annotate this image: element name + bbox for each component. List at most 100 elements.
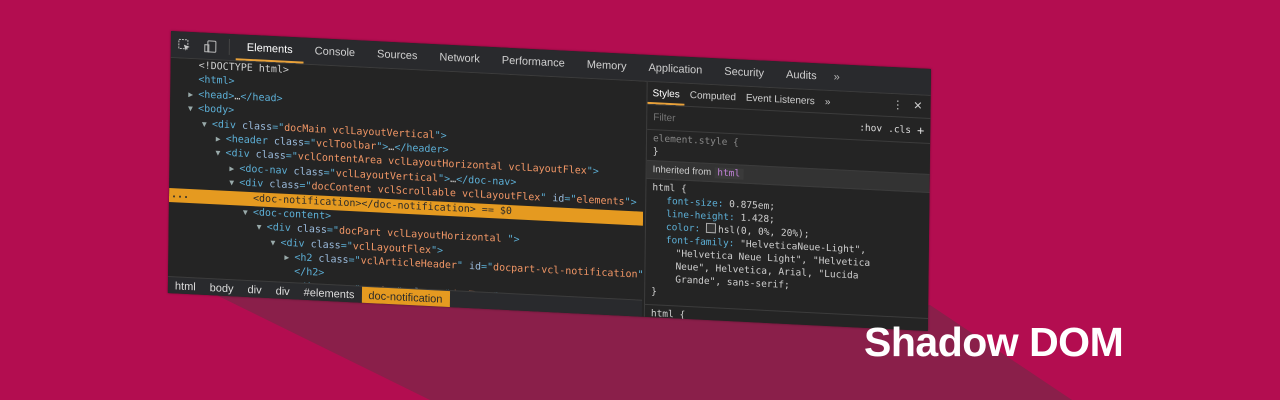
inspect-element-icon[interactable] xyxy=(171,31,197,58)
more-style-tabs-icon[interactable]: » xyxy=(820,90,836,113)
property-value: 1.428; xyxy=(740,212,775,226)
code-token: " xyxy=(540,192,553,205)
tab-memory[interactable]: Memory xyxy=(576,51,638,80)
code-token: == $0 xyxy=(475,203,513,217)
hov-toggle[interactable]: :hov xyxy=(859,121,882,135)
add-rule-icon[interactable]: + xyxy=(917,123,924,137)
code-token: =" xyxy=(285,151,298,163)
kebab-menu-icon[interactable]: ⋮ xyxy=(892,99,903,113)
collapsed-arrow-icon[interactable]: ▶ xyxy=(284,251,294,266)
code-token: class xyxy=(296,223,327,237)
code-token: " xyxy=(456,260,470,273)
code-token: class xyxy=(310,238,341,252)
tab-elements[interactable]: Elements xyxy=(236,34,304,63)
code-token: <doc-content> xyxy=(252,207,332,223)
code-token: class xyxy=(273,136,305,149)
code-token: =" xyxy=(323,167,336,180)
tab-computed[interactable]: Computed xyxy=(685,84,741,109)
tab-styles[interactable]: Styles xyxy=(647,82,684,106)
expanded-arrow-icon[interactable]: ▼ xyxy=(243,206,253,221)
code-token: "> xyxy=(431,244,444,257)
code-token: "> xyxy=(434,129,447,142)
code-token: id xyxy=(468,261,482,273)
code-token: =" xyxy=(480,261,494,274)
devtools-window: Elements Console Sources Network Perform… xyxy=(167,31,931,331)
code-token: vclLayoutFlex xyxy=(352,240,432,256)
code-token: =" xyxy=(340,240,353,252)
inherited-label: Inherited from xyxy=(652,164,712,179)
code-token: <div xyxy=(266,222,297,235)
code-token: <div xyxy=(239,177,270,191)
code-token: <header xyxy=(225,133,274,148)
expanded-arrow-icon[interactable]: ▼ xyxy=(229,176,239,191)
code-token: =" xyxy=(303,137,317,150)
code-token: <doc-nav xyxy=(239,163,294,177)
tab-console[interactable]: Console xyxy=(304,38,367,67)
tab-sources[interactable]: Sources xyxy=(366,41,429,70)
dom-line-content: <doc-content> xyxy=(253,207,331,222)
expanded-arrow-icon[interactable]: ▼ xyxy=(188,102,198,117)
breadcrumb-div[interactable]: div xyxy=(269,282,297,300)
code-token: class xyxy=(318,253,349,267)
close-icon[interactable]: ✕ xyxy=(913,100,922,113)
color-swatch-icon[interactable] xyxy=(705,222,717,234)
tab-application[interactable]: Application xyxy=(637,54,713,84)
property-value: 0.875em; xyxy=(729,198,776,213)
code-token: </h2> xyxy=(294,266,325,280)
styles-pane: Styles Computed Event Listeners » ⋮ ✕ :h… xyxy=(643,81,931,331)
expanded-arrow-icon[interactable]: ▼ xyxy=(270,236,280,251)
code-token: elements xyxy=(576,194,625,208)
code-token: <div xyxy=(280,237,311,250)
code-token: "> xyxy=(624,196,637,209)
property-name: color xyxy=(665,221,695,235)
breadcrumb-body[interactable]: body xyxy=(203,279,241,298)
code-token: id xyxy=(552,193,565,205)
code-token: </header> xyxy=(394,142,449,156)
code-token: =" xyxy=(348,255,361,267)
tab-network[interactable]: Network xyxy=(428,44,491,73)
code-token: <div xyxy=(225,148,256,161)
dom-line-content: <head>…</head> xyxy=(198,89,282,104)
code-token: class xyxy=(269,179,300,192)
breadcrumb-div[interactable]: div xyxy=(240,281,268,299)
code-token: =" xyxy=(272,121,285,134)
more-tabs-icon[interactable]: » xyxy=(827,64,845,91)
code-token: "> xyxy=(586,166,599,178)
code-token: class xyxy=(241,120,273,133)
dom-line-content: </h2> xyxy=(294,267,324,280)
expanded-arrow-icon[interactable]: ▼ xyxy=(215,147,225,162)
dom-tree: <!DOCTYPE html> <html> ▶ <head>…</head> ▼… xyxy=(168,58,645,300)
styles-filter-input[interactable] xyxy=(653,111,774,129)
code-token: <head> xyxy=(198,89,235,102)
dom-line-content: <body> xyxy=(198,104,234,117)
code-token: <body> xyxy=(198,103,235,117)
dom-line-content: <html> xyxy=(198,75,234,88)
page-title: Shadow DOM xyxy=(864,319,1124,365)
code-token: class xyxy=(293,165,324,179)
code-token: "> xyxy=(507,234,520,246)
expanded-arrow-icon[interactable]: ▼ xyxy=(257,221,267,236)
toolbar-separator xyxy=(228,38,230,55)
tab-performance[interactable]: Performance xyxy=(491,47,576,77)
code-token: vclToolbar xyxy=(315,138,377,153)
inherited-tag-link[interactable]: html xyxy=(714,167,744,180)
tab-event-listeners[interactable]: Event Listeners xyxy=(741,87,820,113)
code-token: </doc-nav> xyxy=(456,174,517,189)
cls-toggle[interactable]: .cls xyxy=(888,122,911,136)
tab-audits[interactable]: Audits xyxy=(775,61,828,90)
code-token: =" xyxy=(299,180,312,193)
collapsed-arrow-icon[interactable]: ▶ xyxy=(188,88,198,103)
collapsed-arrow-icon[interactable]: ▶ xyxy=(216,132,226,147)
code-token: =" xyxy=(326,225,340,237)
breadcrumb-html[interactable]: html xyxy=(168,277,203,296)
tab-security[interactable]: Security xyxy=(713,58,775,87)
device-toggle-icon[interactable] xyxy=(197,32,223,59)
code-token: "> xyxy=(438,173,451,185)
selected-row-marker: ... xyxy=(170,188,190,201)
collapsed-arrow-icon[interactable]: ▶ xyxy=(229,162,239,177)
code-token: </head> xyxy=(240,91,283,105)
expanded-arrow-icon[interactable]: ▼ xyxy=(202,117,212,132)
html-rule: html { font-size: 0.875em; line-height: … xyxy=(645,179,929,314)
code-token: =" xyxy=(564,193,577,206)
